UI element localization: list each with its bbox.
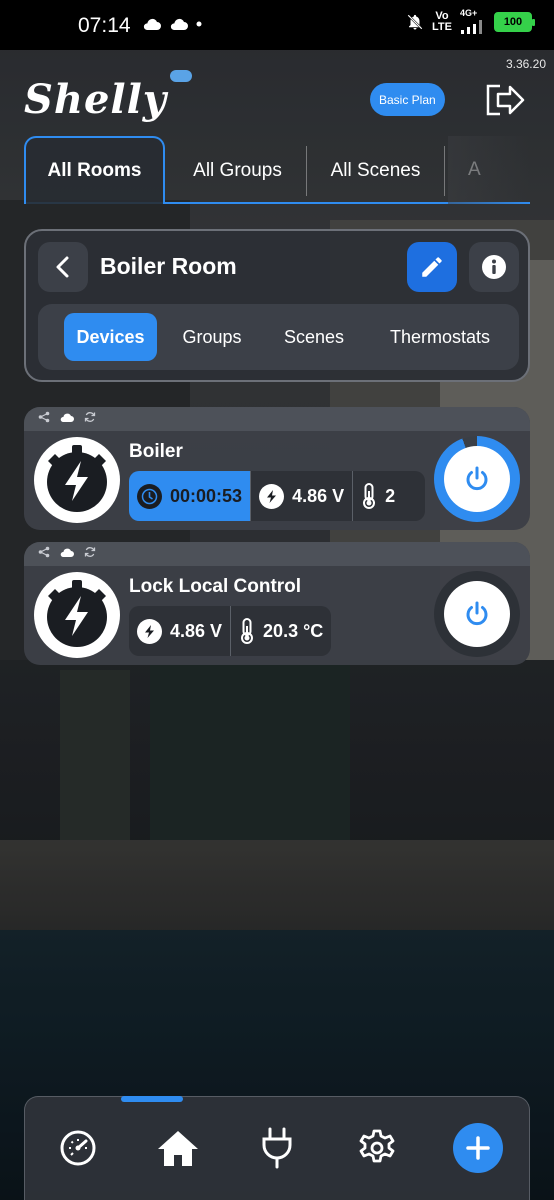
logout-button[interactable] [484,82,526,118]
cloud-icon [60,548,74,557]
subtab-thermostats[interactable]: Thermostats [370,313,510,361]
chevron-left-icon [56,256,69,278]
room-tabs: All Rooms All Groups All Scenes A [24,136,530,204]
bottom-navigation [24,1096,530,1200]
room-info-button[interactable] [469,242,519,292]
device-name: Lock Local Control [129,576,302,597]
timer-value: 00:00:53 [170,485,243,506]
voltage-metric: 4.86 V [129,606,232,656]
power-toggle-lock-local-control[interactable] [434,571,520,657]
room-subtabs: Devices Groups Scenes Thermostats [38,304,519,370]
signal-icon: 4G+ [460,8,486,34]
device-status-strip [24,407,530,431]
weather-icons [142,13,202,34]
app-version: 3.36.20 [505,57,546,71]
voltage-icon [137,618,162,644]
temperature-metric: 20.3 °C [231,606,331,656]
room-title: Boiler Room [100,253,237,279]
shelly-logo: Shelly [24,70,194,128]
lightning-icon [47,580,107,647]
dashboard-icon [60,1130,96,1166]
clock-icon [137,483,162,509]
edit-room-button[interactable] [407,242,457,292]
voltage-value: 4.86 V [170,620,223,641]
device-card-lock-local-control[interactable]: Lock Local Control 4.86 V 20.3 °C [24,542,530,665]
nav-dashboard[interactable] [53,1123,103,1173]
lightning-icon [47,445,107,512]
network-type: 4G+ [460,8,478,18]
logo-cloud [170,70,192,82]
voltage-icon [259,483,285,509]
sync-icon [84,412,96,422]
logo-text: Shelly [24,76,168,123]
device-avatar [34,572,120,658]
basic-plan-button[interactable]: Basic Plan [370,83,445,116]
power-icon [466,466,488,491]
temperature-metric: 2 [353,471,403,521]
nav-active-indicator [121,1096,183,1102]
cloud-icon [143,19,161,31]
room-card: Boiler Room Devices Groups Scenes Thermo… [24,229,530,382]
status-bar: 07:14 Vo LTE 4G+ 100 [0,0,554,50]
temperature-value: 20.3 °C [263,620,324,641]
device-metrics: 4.86 V 20.3 °C [129,606,332,656]
thermometer-icon [239,618,255,644]
dot-icon [196,21,202,27]
share-icon [38,546,50,558]
device-status-icons [38,411,96,423]
logout-icon [486,84,525,116]
subtab-devices[interactable]: Devices [64,313,157,361]
tab-all-groups[interactable]: All Groups [169,146,307,196]
tab-all-rooms[interactable]: All Rooms [24,136,165,204]
bell-off-icon [407,14,423,30]
info-icon [482,255,506,279]
pencil-icon [422,257,442,277]
subtab-scenes[interactable]: Scenes [264,313,364,361]
power-icon [466,601,488,626]
volte-icon: Vo LTE [432,10,452,33]
nav-devices[interactable] [252,1123,302,1173]
add-button[interactable] [453,1123,503,1173]
tab-more[interactable]: A [448,136,530,204]
voltage-metric: 4.86 V [251,471,354,521]
cloud-icon [60,413,74,422]
thermometer-icon [361,483,377,509]
nav-home[interactable] [153,1123,203,1173]
home-icon [158,1131,198,1166]
timer-metric[interactable]: 00:00:53 [129,471,252,521]
status-time: 07:14 [78,14,131,37]
battery-level: 100 [503,16,523,28]
plug-icon [262,1127,292,1169]
status-right-group: Vo LTE 4G+ 100 [406,8,535,34]
device-status-icons [38,546,96,558]
plus-icon [466,1136,490,1160]
gear-icon [359,1129,395,1163]
sync-icon [84,547,96,557]
device-name: Boiler [129,441,183,462]
device-metrics: 00:00:53 4.86 V 2 [129,471,425,521]
cloud-icon [170,19,189,31]
device-card-boiler[interactable]: Boiler 00:00:53 4.86 V 2 [24,407,530,530]
battery-icon: 100 [494,12,535,32]
subtab-groups[interactable]: Groups [166,313,258,361]
back-button[interactable] [38,242,88,292]
device-avatar [34,437,120,523]
nav-settings[interactable] [352,1123,402,1173]
voltage-value: 4.86 V [292,485,345,506]
device-status-strip [24,542,530,566]
share-icon [38,411,50,423]
temperature-value: 2 [385,485,396,506]
power-toggle-boiler[interactable] [434,436,520,522]
tab-all-scenes[interactable]: All Scenes [307,146,445,196]
